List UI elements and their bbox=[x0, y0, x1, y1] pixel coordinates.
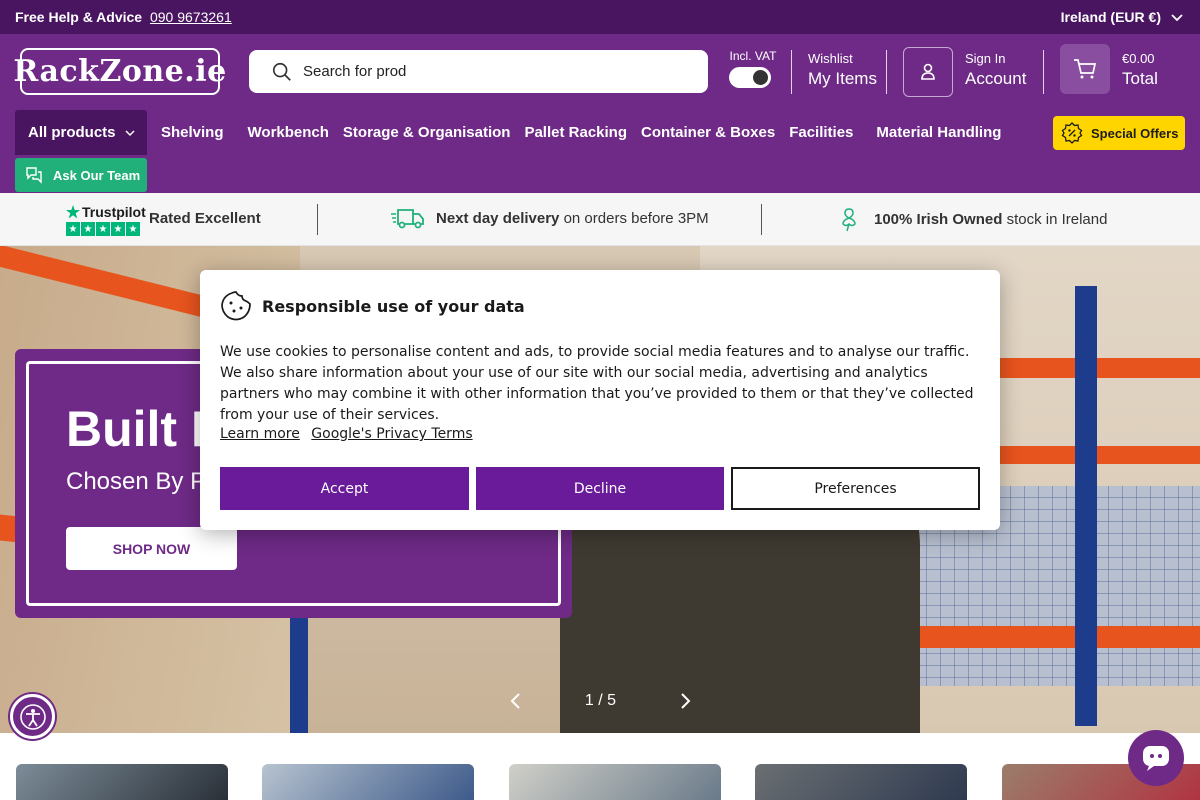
cart-total-label: Total bbox=[1122, 69, 1158, 88]
region-selector[interactable]: Ireland (EUR €) bbox=[1061, 9, 1185, 25]
divider bbox=[317, 204, 318, 235]
product-thumbnail[interactable] bbox=[755, 764, 967, 800]
trustpilot-badge[interactable]: Trustpilot ★ ★ ★ ★ ★ bbox=[66, 204, 146, 236]
delivery-rest: on orders before 3PM bbox=[563, 209, 709, 227]
cookie-links: Learn more Google's Privacy Terms bbox=[220, 426, 480, 442]
learn-more-link[interactable]: Learn more bbox=[220, 426, 300, 442]
chat-icon bbox=[1143, 746, 1169, 771]
all-products-menu[interactable]: All products bbox=[15, 110, 147, 155]
hero-subtitle: Chosen By Pe bbox=[66, 468, 220, 495]
user-icon bbox=[921, 63, 935, 80]
product-thumbnail[interactable] bbox=[509, 764, 721, 800]
nav-item-container-boxes[interactable]: Container & Boxes bbox=[641, 124, 775, 141]
toggle-knob bbox=[753, 70, 768, 85]
nav-item-workbench[interactable]: Workbench bbox=[248, 124, 329, 141]
shamrock-icon bbox=[842, 208, 856, 232]
chat-widget-button[interactable] bbox=[1128, 730, 1184, 786]
preferences-button[interactable]: Preferences bbox=[731, 467, 980, 510]
chat-icon bbox=[26, 167, 42, 184]
star-icon: ★ bbox=[66, 222, 80, 236]
search-bar[interactable] bbox=[249, 50, 708, 93]
slider-controls: 1 / 5 bbox=[508, 686, 693, 716]
percent-badge-icon bbox=[1061, 122, 1083, 144]
star-icon: ★ bbox=[81, 222, 95, 236]
rated-text: Rated Excellent bbox=[149, 210, 261, 227]
chevron-down-icon bbox=[124, 129, 135, 136]
ask-our-team-button[interactable]: Ask Our Team bbox=[15, 158, 147, 192]
product-thumbnail[interactable] bbox=[262, 764, 474, 800]
vat-label: Incl. VAT bbox=[729, 49, 777, 63]
all-products-label: All products bbox=[28, 124, 116, 141]
search-icon[interactable] bbox=[271, 61, 293, 83]
top-bar: Free Help & Advice 090 9673261 Ireland (… bbox=[0, 0, 1200, 34]
accept-button[interactable]: Accept bbox=[220, 467, 469, 510]
special-offers-button[interactable]: Special Offers bbox=[1053, 116, 1185, 150]
site-header: RackZone.ie Incl. VAT Wishlist My Items … bbox=[0, 34, 1200, 193]
truck-icon bbox=[391, 209, 424, 229]
account-label: Account bbox=[965, 69, 1027, 88]
star-icon: ★ bbox=[111, 222, 125, 236]
vat-switch[interactable] bbox=[729, 67, 771, 88]
trustpilot-label: Trustpilot bbox=[82, 204, 146, 220]
divider bbox=[791, 50, 792, 94]
wishlist-label: Wishlist bbox=[808, 51, 853, 66]
cart-icon bbox=[1074, 59, 1097, 79]
nav-item-pallet-racking[interactable]: Pallet Racking bbox=[524, 124, 627, 141]
privacy-terms-link[interactable]: Google's Privacy Terms bbox=[311, 426, 472, 442]
account-button[interactable] bbox=[903, 47, 953, 97]
shop-now-button[interactable]: SHOP NOW bbox=[66, 527, 237, 570]
divider bbox=[1043, 50, 1044, 94]
rack-post bbox=[1075, 286, 1097, 726]
star-icon: ★ bbox=[96, 222, 110, 236]
star-icon bbox=[66, 205, 80, 219]
vat-toggle[interactable]: Incl. VAT bbox=[729, 49, 777, 88]
wishlist-link[interactable]: Wishlist My Items bbox=[808, 51, 877, 89]
nav-item-facilities[interactable]: Facilities bbox=[789, 124, 853, 141]
region-label: Ireland (EUR €) bbox=[1060, 9, 1161, 25]
main-nav: Shelving Workbench Storage & Organisatio… bbox=[161, 110, 1015, 155]
cart-total[interactable]: €0.00 Total bbox=[1122, 51, 1158, 89]
star-icon: ★ bbox=[126, 222, 140, 236]
divider bbox=[886, 50, 887, 94]
wishlist-items: My Items bbox=[808, 69, 877, 88]
irish-owned-info: 100% Irish Owned stock in Ireland bbox=[838, 206, 1107, 232]
product-thumbnail[interactable] bbox=[16, 764, 228, 800]
trustpilot-wordmark: Trustpilot bbox=[66, 204, 146, 220]
cookie-icon bbox=[221, 291, 251, 321]
nav-item-material-handling[interactable]: Material Handling bbox=[876, 124, 1001, 141]
accessibility-button[interactable] bbox=[10, 694, 55, 739]
cookie-consent-dialog: Responsible use of your data We use cook… bbox=[200, 270, 1000, 530]
help-line: Free Help & Advice 090 9673261 bbox=[15, 9, 232, 25]
chevron-down-icon bbox=[1171, 14, 1183, 22]
search-input[interactable] bbox=[303, 63, 683, 80]
ask-label: Ask Our Team bbox=[53, 167, 141, 183]
divider bbox=[761, 204, 762, 235]
cart-button[interactable] bbox=[1060, 44, 1110, 94]
irish-bold: 100% Irish Owned bbox=[874, 210, 1003, 228]
phone-link[interactable]: 090 9673261 bbox=[150, 9, 232, 25]
chevron-right-icon[interactable] bbox=[677, 692, 693, 710]
cookie-title: Responsible use of your data bbox=[262, 296, 525, 316]
site-logo[interactable]: RackZone.ie bbox=[13, 48, 226, 95]
delivery-info: Next day delivery on orders before 3PM bbox=[390, 206, 709, 230]
delivery-bold: Next day delivery bbox=[436, 209, 560, 227]
special-offers-label: Special Offers bbox=[1091, 125, 1179, 141]
trustpilot-stars: ★ ★ ★ ★ ★ bbox=[66, 222, 146, 236]
nav-item-shelving[interactable]: Shelving bbox=[161, 124, 224, 141]
cart-amount: €0.00 bbox=[1122, 51, 1155, 66]
decline-button[interactable]: Decline bbox=[476, 467, 724, 510]
slide-indicator: 1 / 5 bbox=[584, 692, 617, 709]
sign-in-label: Sign In bbox=[965, 51, 1006, 66]
account-link[interactable]: Sign In Account bbox=[965, 51, 1026, 89]
irish-rest: stock in Ireland bbox=[1006, 210, 1108, 228]
cookie-body: We use cookies to personalise content an… bbox=[220, 344, 974, 423]
chevron-left-icon[interactable] bbox=[508, 692, 524, 710]
help-label: Free Help & Advice bbox=[15, 9, 143, 25]
nav-item-storage[interactable]: Storage & Organisation bbox=[343, 124, 511, 141]
cookie-header: Responsible use of your data bbox=[220, 290, 525, 322]
accessibility-icon bbox=[19, 703, 46, 730]
trust-strip: Trustpilot ★ ★ ★ ★ ★ Rated Excellent Next da… bbox=[0, 193, 1200, 246]
